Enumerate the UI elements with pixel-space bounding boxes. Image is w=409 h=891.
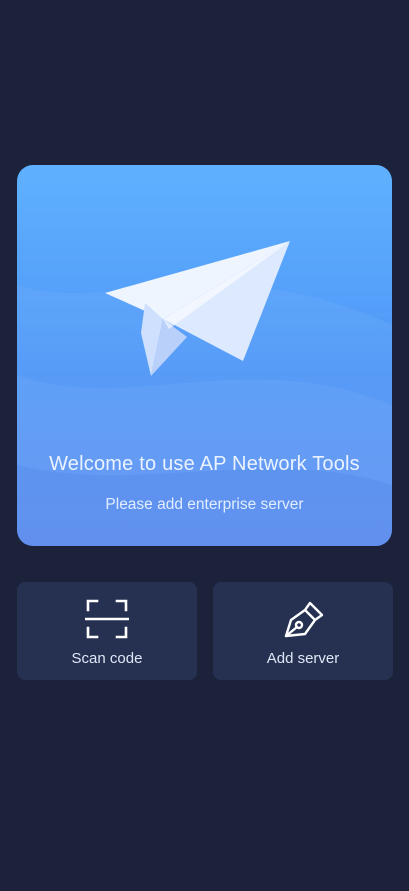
scan-code-label: Scan code xyxy=(71,650,143,667)
welcome-title: Welcome to use AP Network Tools xyxy=(49,453,360,475)
welcome-subtitle: Please add enterprise server xyxy=(105,496,304,513)
add-server-button[interactable]: Add server xyxy=(213,582,393,680)
paper-plane-icon xyxy=(105,241,290,376)
scan-code-button[interactable]: Scan code xyxy=(17,582,197,680)
scan-code-icon xyxy=(85,599,129,639)
pen-nib-icon xyxy=(284,601,324,638)
add-server-label: Add server xyxy=(266,650,340,667)
welcome-card: Welcome to use AP Network Tools Please a… xyxy=(17,165,392,546)
app-screen: Welcome to use AP Network Tools Please a… xyxy=(0,0,409,891)
